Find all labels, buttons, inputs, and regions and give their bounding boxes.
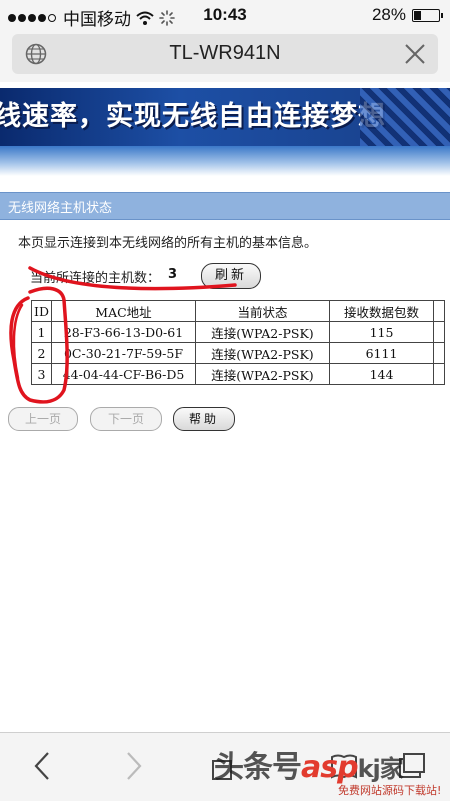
refresh-button[interactable]: 刷新 [201, 263, 261, 289]
cell-id: 1 [31, 321, 52, 343]
cell-id: 2 [31, 342, 52, 364]
banner-decoration [360, 88, 450, 146]
battery-percent: 28% [371, 5, 406, 24]
cell-mac: 0C-30-21-7F-59-5F [51, 342, 196, 364]
cell-status: 连接(WPA2-PSK) [195, 342, 330, 364]
column-header [433, 300, 445, 322]
forward-icon[interactable] [124, 751, 144, 781]
page-title: TL-WR941N [169, 42, 281, 64]
table-row: 1 28-F3-66-13-D0-61 连接(WPA2-PSK) 115 [31, 321, 445, 343]
back-icon[interactable] [32, 751, 52, 781]
column-header: ID [31, 300, 52, 322]
close-icon[interactable] [404, 43, 426, 65]
cell-extra [433, 321, 445, 343]
host-count-label: 当前所连接的主机数： [30, 271, 161, 286]
cell-status: 连接(WPA2-PSK) [195, 321, 330, 343]
status-bar: 中国移动 10:43 28% [0, 0, 450, 30]
banner-gradient-strip [0, 146, 450, 176]
host-status-panel: 无线网络主机状态 本页显示连接到本无线网络的所有主机的基本信息。 当前所连接的主… [0, 192, 450, 432]
table-row: 3 44-04-44-CF-B6-D5 连接(WPA2-PSK) 144 [31, 363, 445, 385]
router-banner: 线速率，实现无线自由连接梦想 [0, 88, 450, 146]
panel-header: 无线网络主机状态 [0, 192, 450, 220]
url-bar[interactable]: TL-WR941N [12, 34, 438, 74]
watermark-subtitle: 免费网站源码下载站! [338, 784, 442, 797]
next-page-button[interactable]: 下一页 [90, 407, 162, 431]
cell-mac: 28-F3-66-13-D0-61 [51, 321, 196, 343]
help-button[interactable]: 帮助 [173, 407, 235, 431]
prev-page-button[interactable]: 上一页 [8, 407, 78, 431]
cell-extra [433, 342, 445, 364]
watermark-brand: asp [301, 750, 359, 785]
cell-extra [433, 363, 445, 385]
panel-title: 无线网络主机状态 [8, 201, 113, 216]
cell-status: 连接(WPA2-PSK) [195, 363, 330, 385]
column-header: 当前状态 [195, 300, 330, 322]
watermark-prefix: 头条号 [214, 750, 302, 785]
battery-icon [412, 8, 443, 22]
hosts-table: ID MAC地址 当前状态 接收数据包数 1 28-F3-66-13-D0-61… [31, 300, 445, 385]
banner-slogan: 线速率，实现无线自由连接梦想 [0, 101, 386, 132]
panel-description: 本页显示连接到本无线网络的所有主机的基本信息。 [18, 236, 318, 251]
browser-header: TL-WR941N [0, 30, 450, 82]
host-count-value: 3 [168, 267, 178, 282]
cell-mac: 44-04-44-CF-B6-D5 [51, 363, 196, 385]
cell-id: 3 [31, 363, 52, 385]
table-header-row: ID MAC地址 当前状态 接收数据包数 [31, 300, 445, 322]
column-header: 接收数据包数 [329, 300, 434, 322]
watermark: 头条号aspkj家 免费网站源码下载站! [214, 742, 450, 800]
cell-packets: 144 [329, 363, 434, 385]
column-header: MAC地址 [51, 300, 196, 322]
cell-packets: 115 [329, 321, 434, 343]
table-row: 2 0C-30-21-7F-59-5F 连接(WPA2-PSK) 6111 [31, 342, 445, 364]
cell-packets: 6111 [329, 342, 434, 364]
watermark-suffix: kj家 [357, 755, 404, 783]
